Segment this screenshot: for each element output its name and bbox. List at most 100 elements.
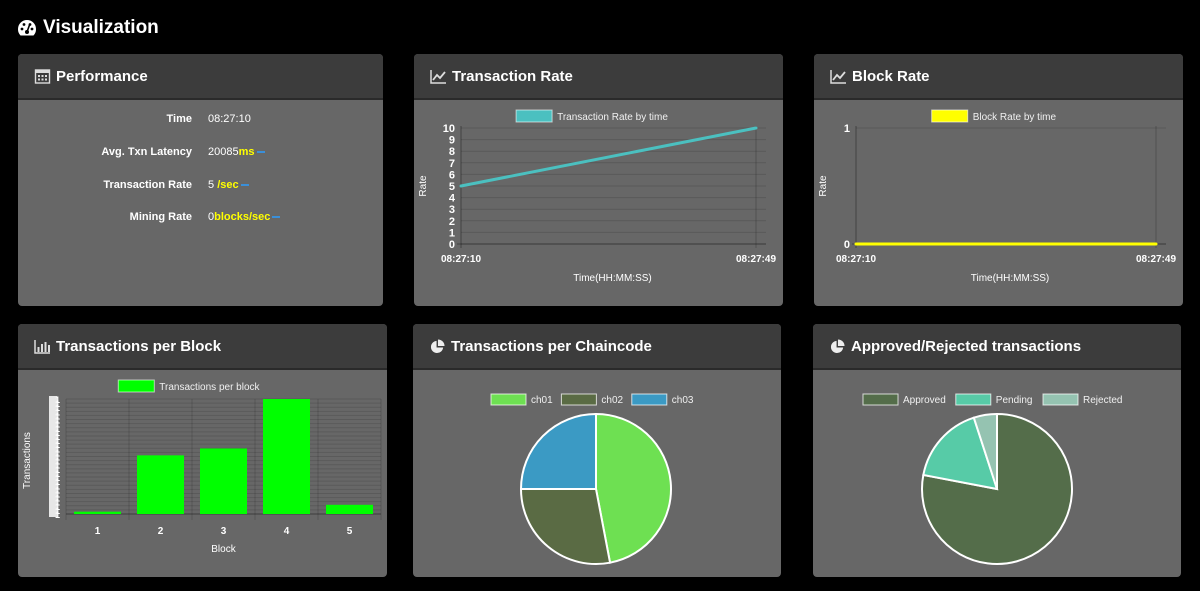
page-title-text: Visualization <box>43 17 159 38</box>
legend-legend-label: Transactions per block <box>159 382 260 393</box>
perf-value: 20085ms <box>208 146 265 158</box>
bar <box>74 511 121 514</box>
block-rate-card-header: Block Rate <box>814 54 1183 100</box>
transactions-per-chaincode-card: Transactions per Chaincode ch01 ch02 ch03 <box>413 324 781 577</box>
performance-card-header: Performance <box>18 54 383 100</box>
transactions-per-block-body: Transactions per block 1 1 1 1 1 1 1 1 1 1 1 1 1 1 1 1 1 1… <box>18 372 387 577</box>
y-tick-label: 4 <box>449 193 456 205</box>
block-rate-card: Block Rate Block Rate by time 0 1 08:27:10 0… <box>814 54 1183 306</box>
block-rate-chart[interactable]: Block Rate by time 0 1 08:27:10 08:27:49 Time… <box>814 102 1183 306</box>
approved-rejected-chart[interactable]: Approved Pending Rejected <box>813 372 1181 577</box>
x-tick-label: 5 <box>347 526 353 537</box>
transactions-per-chaincode-title: Transactions per Chaincode <box>451 337 652 355</box>
transactions-per-block-card: Transactions per Block Transactions per … <box>18 324 387 577</box>
bar <box>263 399 310 514</box>
legend-swatch <box>955 393 992 406</box>
perf-label: Mining Rate <box>129 211 192 223</box>
perf-unit: /sec <box>217 179 239 191</box>
perf-row-time: Time 08:27:10 <box>18 113 383 129</box>
legend-swatch <box>560 393 597 406</box>
approved-rejected-card-header: Approved/Rejected transactions <box>813 324 1181 370</box>
performance-body: Time 08:27:10 Avg. Txn Latency 20085ms T… <box>18 102 383 306</box>
block-rate-title: Block Rate <box>852 67 930 85</box>
data-point <box>754 126 758 130</box>
x-tick-label: 08:27:49 <box>1136 254 1176 265</box>
series-line <box>460 126 757 188</box>
legend-label: Pending <box>996 395 1033 406</box>
transactions-per-block-card-header: Transactions per Block <box>18 324 387 370</box>
legend-legend-swatch <box>931 109 969 123</box>
transaction-rate-title: Transaction Rate <box>452 67 573 85</box>
x-tick-label: 08:27:49 <box>736 254 776 265</box>
legend-label: Approved <box>903 395 946 406</box>
transactions-per-chaincode-body: ch01 ch02 ch03 <box>413 372 781 577</box>
data-point <box>459 184 463 188</box>
transaction-rate-chart[interactable]: Transaction Rate by time 012345678910 08:2… <box>414 102 783 306</box>
y-tick-label: 0 <box>449 239 455 251</box>
transaction-rate-body: Transaction Rate by time 0 1 2 3 4 5 6 7 8 9 10 08:2… <box>414 102 783 306</box>
transactions-per-block-title: Transactions per Block <box>56 337 222 355</box>
x-tick-label: 1 <box>95 526 101 537</box>
pie-slice <box>595 412 672 564</box>
line-chart-icon <box>430 69 446 84</box>
perf-row-mining: Mining Rate 0blocks/sec <box>18 211 383 227</box>
trend-indicator-icon <box>240 184 249 187</box>
pie-slice <box>519 488 612 565</box>
data-point <box>854 242 858 246</box>
x-tick-label: 2 <box>158 526 164 537</box>
line-chart-icon <box>830 69 846 84</box>
legend-legend-label: Block Rate by time <box>973 112 1057 123</box>
transaction-rate-card: Transaction Rate Transaction Rate by tim… <box>414 54 783 306</box>
transactions-per-chaincode-card-header: Transactions per Chaincode <box>413 324 781 370</box>
perf-value: 5 /sec <box>208 179 249 191</box>
x-tick-label: 08:27:10 <box>441 254 481 265</box>
legend-swatch <box>490 393 527 406</box>
performance-card: Performance Time 08:27:10 Avg. Txn Laten… <box>18 54 383 306</box>
legend-label: ch01 <box>531 395 553 406</box>
y-tick-label: 6 <box>449 169 455 181</box>
legend-legend-swatch <box>515 109 553 123</box>
legend-swatch <box>862 393 899 406</box>
bar-chart-icon <box>34 339 50 354</box>
transaction-rate-card-header: Transaction Rate <box>414 54 783 100</box>
legend-label: ch02 <box>601 395 623 406</box>
x-tick-label: 3 <box>221 526 227 537</box>
trend-indicator-icon <box>256 151 265 154</box>
perf-value-number: 20085 <box>208 146 239 158</box>
y-tick-label: 0 <box>844 239 850 251</box>
transactions-per-chaincode-chart[interactable]: ch01 ch02 ch03 <box>413 372 781 577</box>
block-rate-body: Block Rate by time 0 1 08:27:10 08:27:49 Time… <box>814 102 1183 306</box>
perf-row-latency: Avg. Txn Latency 20085ms <box>18 146 383 162</box>
x-axis-title: Time(HH:MM:SS) <box>971 273 1050 284</box>
pie-slice <box>519 412 597 490</box>
approved-rejected-title: Approved/Rejected transactions <box>851 337 1082 355</box>
dashboard-gauge-icon <box>17 20 37 36</box>
y-axis-title: Transactions <box>22 432 33 489</box>
approved-rejected-body: Approved Pending Rejected <box>813 372 1181 577</box>
perf-unit: blocks/sec <box>214 211 271 223</box>
perf-unit: ms <box>238 146 255 158</box>
perf-label: Time <box>166 113 192 125</box>
transactions-per-block-chart[interactable]: Transactions per block111111111111111111… <box>18 372 387 577</box>
y-tick-label: 3 <box>449 204 455 216</box>
legend-swatch <box>1042 393 1079 406</box>
y-axis-title: Rate <box>418 175 429 197</box>
data-point <box>1154 242 1158 246</box>
y-tick-label: 5 <box>449 181 455 193</box>
pie-chart-icon <box>830 338 845 353</box>
y-tick-label: 8 <box>449 146 455 158</box>
perf-value: 0blocks/sec <box>208 211 281 223</box>
trend-indicator-icon <box>272 216 281 219</box>
x-axis-title: Time(HH:MM:SS) <box>573 273 652 284</box>
x-tick-label: 08:27:10 <box>836 254 876 265</box>
x-tick-label: 4 <box>284 526 290 537</box>
legend-swatch <box>631 393 668 406</box>
perf-label: Avg. Txn Latency <box>101 146 192 158</box>
y-tick-label: 9 <box>449 135 455 147</box>
bar <box>137 455 184 514</box>
y-axis-title: Rate <box>818 175 829 197</box>
calendar-icon <box>34 68 51 84</box>
performance-title: Performance <box>56 67 148 85</box>
page-title: Visualization <box>16 15 159 41</box>
pie-chart-icon <box>430 338 445 353</box>
